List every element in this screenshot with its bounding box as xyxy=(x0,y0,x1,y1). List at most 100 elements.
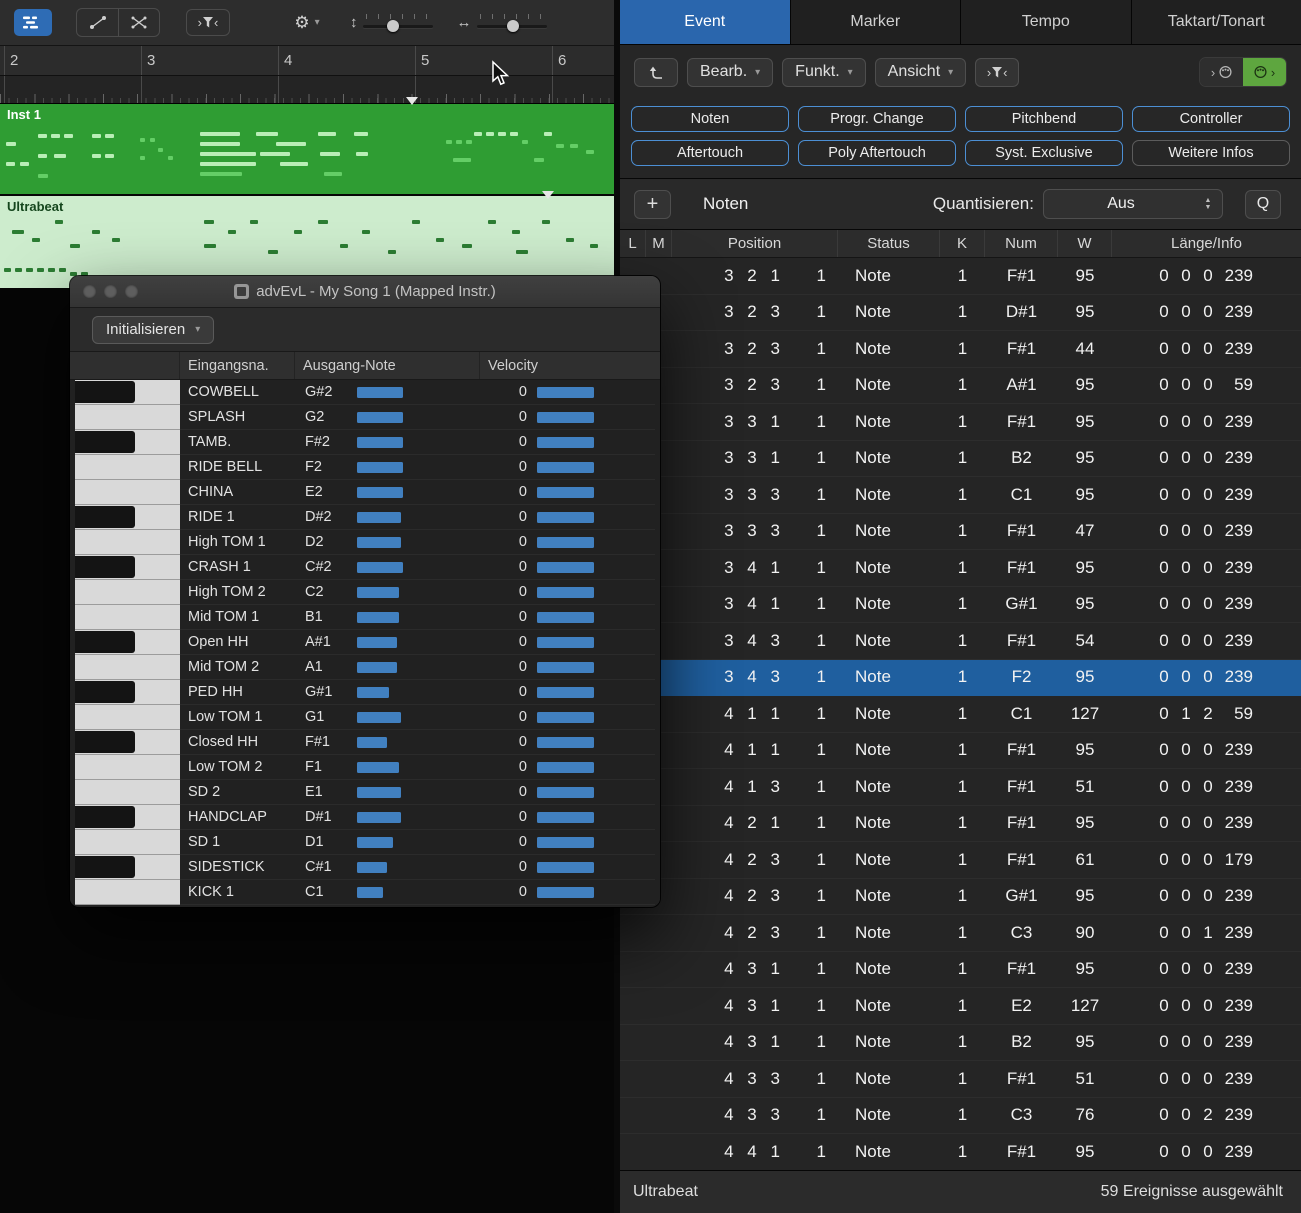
cell-position[interactable]: 3 4 31 xyxy=(672,623,838,659)
piano-key-black[interactable] xyxy=(75,855,180,880)
mapped-row[interactable]: Open HH A#1 0 xyxy=(70,630,660,655)
velocity-value-bar[interactable] xyxy=(537,637,594,648)
cell-position[interactable]: 3 4 11 xyxy=(672,587,838,623)
cell-status[interactable]: Note xyxy=(838,769,940,805)
cell-num[interactable]: F#1 xyxy=(985,514,1058,550)
cell-velocity[interactable]: 95 xyxy=(1058,660,1112,696)
cell-channel[interactable]: 1 xyxy=(940,623,985,659)
midi-region-ultrabeat[interactable]: Ultrabeat xyxy=(0,196,614,288)
quantize-select[interactable]: Aus ▲▼ xyxy=(1043,189,1223,219)
event-row[interactable]: 3 3 11 Note 1 B2 95 000239 xyxy=(620,441,1301,478)
column-header-status[interactable]: Status xyxy=(838,230,940,257)
mapped-row[interactable]: Low TOM 1 G1 0 xyxy=(70,705,660,730)
output-note-cell[interactable]: G1 xyxy=(295,705,480,730)
cell-status[interactable]: Note xyxy=(838,404,940,440)
cell-status[interactable]: Note xyxy=(838,331,940,367)
cell-position[interactable]: 3 2 31 xyxy=(672,331,838,367)
piano-key-white[interactable] xyxy=(75,530,180,555)
piano-key-black[interactable] xyxy=(75,680,180,705)
cell-length[interactable]: 002239 xyxy=(1112,1098,1301,1134)
mapped-row[interactable]: Low TOM 2 F1 0 xyxy=(70,755,660,780)
cell-num[interactable]: C3 xyxy=(985,915,1058,951)
cell-position[interactable]: 4 1 31 xyxy=(672,769,838,805)
cell-status[interactable]: Note xyxy=(838,1098,940,1134)
midi-in-indicator[interactable]: › xyxy=(1200,58,1243,86)
cell-velocity[interactable]: 61 xyxy=(1058,842,1112,878)
cell-position[interactable]: 3 4 11 xyxy=(672,550,838,586)
quantize-apply-button[interactable]: Q xyxy=(1245,190,1281,219)
cell-channel[interactable]: 1 xyxy=(940,514,985,550)
cell-length[interactable]: 000239 xyxy=(1112,550,1301,586)
note-value-bar[interactable] xyxy=(357,837,393,848)
cell-channel[interactable]: 1 xyxy=(940,1134,985,1170)
cell-channel[interactable]: 1 xyxy=(940,879,985,915)
output-note-cell[interactable]: G#1 xyxy=(295,680,480,705)
piano-key-white[interactable] xyxy=(75,780,180,805)
output-note-cell[interactable]: C#1 xyxy=(295,855,480,880)
cell-num[interactable]: F#1 xyxy=(985,623,1058,659)
mapped-row[interactable]: SD 2 E1 0 xyxy=(70,780,660,805)
note-value-bar[interactable] xyxy=(357,787,401,798)
cell-channel[interactable]: 1 xyxy=(940,1098,985,1134)
cell-length[interactable]: 000179 xyxy=(1112,842,1301,878)
cell-status[interactable]: Note xyxy=(838,258,940,294)
velocity-cell[interactable]: 0 xyxy=(480,830,655,855)
output-note-cell[interactable]: D1 xyxy=(295,830,480,855)
input-name-cell[interactable]: Mid TOM 2 xyxy=(180,655,295,680)
cell-position[interactable]: 4 2 31 xyxy=(672,842,838,878)
piano-key-black[interactable] xyxy=(75,630,180,655)
event-row[interactable]: 3 4 11 Note 1 G#1 95 000239 xyxy=(620,587,1301,624)
cell-velocity[interactable]: 95 xyxy=(1058,477,1112,513)
note-value-bar[interactable] xyxy=(357,587,399,598)
note-value-bar[interactable] xyxy=(357,537,401,548)
event-row[interactable]: 4 3 11 Note 1 F#1 95 000239 xyxy=(620,952,1301,989)
cell-length[interactable]: 000239 xyxy=(1112,879,1301,915)
cell-position[interactable]: 3 2 11 xyxy=(672,258,838,294)
cell-channel[interactable]: 1 xyxy=(940,587,985,623)
cell-channel[interactable]: 1 xyxy=(940,404,985,440)
cell-position[interactable]: 4 3 11 xyxy=(672,988,838,1024)
event-row[interactable]: 3 3 31 Note 1 F#1 47 000239 xyxy=(620,514,1301,551)
column-header-m[interactable]: M xyxy=(646,230,672,257)
cell-num[interactable]: F#1 xyxy=(985,769,1058,805)
note-value-bar[interactable] xyxy=(357,637,397,648)
piano-key-white[interactable] xyxy=(75,655,180,680)
cell-status[interactable]: Note xyxy=(838,441,940,477)
cell-channel[interactable]: 1 xyxy=(940,331,985,367)
cell-length[interactable]: 000239 xyxy=(1112,404,1301,440)
piano-key-black[interactable] xyxy=(75,380,180,405)
mapped-row[interactable]: CRASH 1 C#2 0 xyxy=(70,555,660,580)
cell-status[interactable]: Note xyxy=(838,806,940,842)
mapped-row[interactable]: Mid TOM 2 A1 0 xyxy=(70,655,660,680)
midi-out-indicator[interactable]: › xyxy=(1243,58,1286,86)
input-name-cell[interactable]: Closed HH xyxy=(180,730,295,755)
menu-bearb[interactable]: Bearb.▾ xyxy=(687,58,773,87)
horizontal-zoom-slider[interactable] xyxy=(477,12,547,34)
note-value-bar[interactable] xyxy=(357,662,397,673)
piano-key-black[interactable] xyxy=(75,730,180,755)
velocity-cell[interactable]: 0 xyxy=(480,605,655,630)
cell-num[interactable]: E2 xyxy=(985,988,1058,1024)
piano-key-black[interactable] xyxy=(75,430,180,455)
mapped-row[interactable]: PED HH G#1 0 xyxy=(70,680,660,705)
cell-num[interactable]: B2 xyxy=(985,1025,1058,1061)
cell-num[interactable]: F#1 xyxy=(985,806,1058,842)
event-row[interactable]: 4 3 31 Note 1 F#1 51 000239 xyxy=(620,1061,1301,1098)
mapped-row[interactable]: High TOM 2 C2 0 xyxy=(70,580,660,605)
input-name-cell[interactable]: Low TOM 1 xyxy=(180,705,295,730)
velocity-value-bar[interactable] xyxy=(537,412,594,423)
input-name-cell[interactable]: SPLASH xyxy=(180,405,295,430)
column-header-num[interactable]: Num xyxy=(985,230,1058,257)
note-value-bar[interactable] xyxy=(357,437,403,448)
cell-num[interactable]: F#1 xyxy=(985,258,1058,294)
cell-position[interactable]: 3 4 31 xyxy=(672,660,838,696)
up-level-button[interactable] xyxy=(634,58,678,87)
cell-num[interactable]: F#1 xyxy=(985,331,1058,367)
cell-length[interactable]: 000239 xyxy=(1112,514,1301,550)
mapped-row[interactable]: RIDE BELL F2 0 xyxy=(70,455,660,480)
output-note-cell[interactable]: C2 xyxy=(295,580,480,605)
piano-key-white[interactable] xyxy=(75,755,180,780)
velocity-cell[interactable]: 0 xyxy=(480,505,655,530)
velocity-cell[interactable]: 0 xyxy=(480,780,655,805)
cell-num[interactable]: C3 xyxy=(985,1098,1058,1134)
